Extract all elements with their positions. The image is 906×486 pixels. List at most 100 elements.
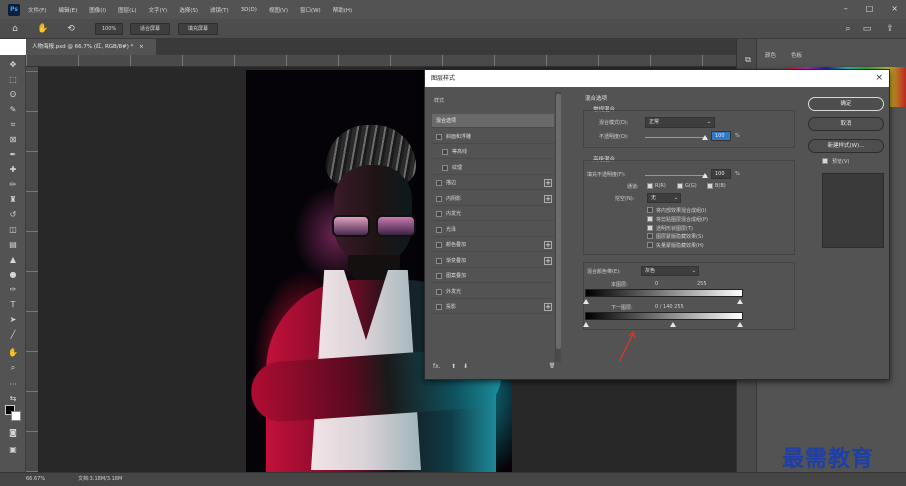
brush-tool-icon[interactable]: ✏ <box>6 179 20 191</box>
style-item-checkbox[interactable] <box>436 226 442 233</box>
more-tools-icon[interactable]: ··· <box>6 379 20 391</box>
add-style-plus-icon[interactable]: + <box>544 303 552 311</box>
healing-brush-icon[interactable]: ✚ <box>6 164 20 176</box>
new-style-button[interactable]: 新建样式(W)... <box>808 139 884 153</box>
knockout-select[interactable]: 无 ⌄ <box>647 193 681 203</box>
search-icon[interactable]: ⌕ <box>843 24 853 34</box>
style-item[interactable]: 内发光 <box>432 207 554 221</box>
style-item-checkbox[interactable] <box>442 164 448 171</box>
style-item-checkbox[interactable] <box>436 195 442 202</box>
style-item-checkbox[interactable] <box>436 257 442 264</box>
shape-tool-icon[interactable]: ╱ <box>6 329 20 341</box>
dialog-close-icon[interactable]: × <box>875 70 883 87</box>
path-select-tool-icon[interactable]: ➤ <box>6 314 20 326</box>
style-item[interactable]: 斜面和浮雕 <box>432 130 554 144</box>
vertical-ruler[interactable] <box>26 67 38 472</box>
close-icon[interactable]: × <box>891 4 898 13</box>
history-brush-icon[interactable]: ↺ <box>6 209 20 221</box>
channel-g-checkbox[interactable] <box>677 183 683 189</box>
fill-opacity-input[interactable]: 100 <box>711 169 731 179</box>
fill-opacity-slider[interactable] <box>645 175 707 176</box>
style-item[interactable]: 图案叠加 <box>432 269 554 283</box>
menu-edit[interactable]: 编辑(E) <box>58 6 77 14</box>
advanced-option-checkbox[interactable] <box>647 233 653 240</box>
style-item-checkbox[interactable] <box>442 149 448 155</box>
dialog-titlebar[interactable]: 图层样式 × <box>425 70 889 87</box>
style-item-checkbox[interactable] <box>436 304 442 310</box>
lasso-tool-icon[interactable]: ʘ <box>6 89 20 101</box>
style-item-checkbox[interactable] <box>436 211 442 217</box>
hand-tool-icon[interactable]: ✋ <box>37 24 48 34</box>
workspace-icon[interactable]: ▭ <box>862 24 872 34</box>
frame-tool-icon[interactable]: ⊠ <box>6 134 20 146</box>
add-style-plus-icon[interactable]: + <box>544 194 552 203</box>
move-tool-icon[interactable]: ✥ <box>6 59 20 71</box>
marquee-tool-icon[interactable]: ⬚ <box>6 74 20 86</box>
zoom-value-button[interactable]: 100% <box>95 23 123 35</box>
stamp-tool-icon[interactable]: ♜ <box>6 194 20 206</box>
type-tool-icon[interactable]: T <box>6 299 20 311</box>
eraser-tool-icon[interactable]: ◫ <box>6 224 20 236</box>
pen-tool-icon[interactable]: ✑ <box>6 284 20 296</box>
style-item-checkbox[interactable] <box>436 273 442 279</box>
styles-scrollbar[interactable] <box>555 92 561 362</box>
move-down-icon[interactable]: ⬇ <box>463 363 468 370</box>
background-color-swatch[interactable] <box>11 411 21 421</box>
style-item[interactable]: 等高线 <box>432 145 554 159</box>
home-icon[interactable]: ⌂ <box>10 24 20 34</box>
document-tab[interactable]: 人物海报.psd @ 66.7% (红, RGB/8#) * × <box>26 39 156 55</box>
gradient-tool-icon[interactable]: ▤ <box>6 239 20 251</box>
add-style-plus-icon[interactable]: + <box>544 179 552 187</box>
style-item[interactable]: 描边 + <box>432 176 554 190</box>
hand-tool-icon[interactable]: ✋ <box>6 347 20 359</box>
share-icon[interactable]: ⇪ <box>885 24 895 34</box>
opacity-slider[interactable] <box>645 137 707 138</box>
document-tab-close-icon[interactable]: × <box>139 44 144 50</box>
blur-tool-icon[interactable]: ▲ <box>6 254 20 266</box>
style-item[interactable]: 纹理 <box>432 161 554 175</box>
menu-layer[interactable]: 图层(L) <box>118 6 136 14</box>
zoom-tool-icon[interactable]: ⌕ <box>6 362 20 374</box>
channel-b-checkbox[interactable] <box>707 183 713 189</box>
trash-icon[interactable]: 🗑 <box>549 363 555 369</box>
style-item[interactable]: 颜色叠加 + <box>432 238 554 252</box>
menu-select[interactable]: 选择(S) <box>179 6 198 14</box>
dodge-tool-icon[interactable]: ● <box>6 269 20 281</box>
add-style-plus-icon[interactable]: + <box>544 256 552 265</box>
cancel-button[interactable]: 取消 <box>808 117 884 131</box>
menu-image[interactable]: 图像(I) <box>89 6 106 14</box>
this-layer-max-knob[interactable] <box>737 299 743 304</box>
blend-if-select[interactable]: 灰色 ⌄ <box>641 266 699 276</box>
style-item-checkbox[interactable] <box>436 180 442 186</box>
fx-icon[interactable]: fx. <box>433 363 441 370</box>
this-layer-min-knob[interactable] <box>583 299 589 304</box>
menu-view[interactable]: 视图(V) <box>269 6 288 14</box>
underlying-layer-min-knob[interactable] <box>583 322 589 327</box>
underlying-layer-max-knob[interactable] <box>737 322 743 327</box>
fill-opacity-slider-knob[interactable] <box>702 173 708 178</box>
history-panel-icon[interactable]: ⧉ <box>741 54 755 66</box>
advanced-option-checkbox[interactable] <box>647 215 653 222</box>
status-zoom[interactable]: 66.67% <box>26 473 45 486</box>
style-item[interactable]: 混合选项 <box>432 114 554 128</box>
styles-scrollbar-thumb[interactable] <box>556 94 561 349</box>
tab-swatches[interactable]: 色板 <box>791 51 802 59</box>
horizontal-ruler[interactable] <box>26 55 736 67</box>
tab-color[interactable]: 颜色 <box>765 51 776 59</box>
style-item-checkbox[interactable] <box>436 242 442 248</box>
style-item-checkbox[interactable] <box>436 133 442 140</box>
ok-button[interactable]: 确定 <box>808 97 884 111</box>
menu-type[interactable]: 文字(Y) <box>149 6 168 14</box>
menu-file[interactable]: 文件(F) <box>28 6 46 14</box>
menu-filter[interactable]: 滤镜(T) <box>210 6 229 14</box>
screen-mode-icon[interactable]: ▣ <box>6 444 20 456</box>
style-item[interactable]: 投影 + <box>432 300 554 314</box>
maximize-icon[interactable]: □ <box>866 4 874 13</box>
swap-colors-icon[interactable]: ⇆ <box>6 393 20 405</box>
style-item[interactable]: 渐变叠加 + <box>432 254 554 268</box>
style-item[interactable]: 内阴影 + <box>432 192 554 206</box>
rotate-view-icon[interactable]: ⟲ <box>66 24 76 34</box>
eyedropper-tool-icon[interactable]: ✒ <box>6 149 20 161</box>
crop-tool-icon[interactable]: ⌗ <box>6 119 20 131</box>
menu-help[interactable]: 帮助(H) <box>333 6 352 14</box>
